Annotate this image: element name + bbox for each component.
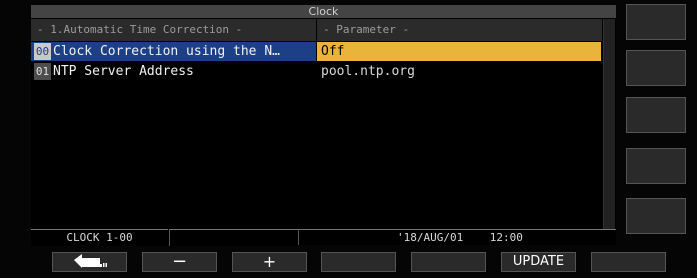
return-button[interactable] [52,252,127,272]
side-key-4[interactable] [626,148,686,184]
menu-row-00[interactable]: 00 Clock Correction using the N… Off [31,42,601,61]
function-key-5[interactable] [411,252,486,272]
column-header-item: - 1.Automatic Time Correction - [31,19,316,41]
column-header-parameter: - Parameter - [317,19,602,41]
plus-button[interactable]: + [232,252,307,272]
window-title: Clock [31,5,616,18]
update-button[interactable]: UPDATE [501,252,576,272]
clock-menu-screen: Clock - 1.Automatic Time Correction - - … [31,5,616,246]
status-empty [169,229,298,246]
row-value[interactable]: pool.ntp.org [317,62,601,81]
side-key-3[interactable] [626,97,686,133]
status-page: CLOCK 1-00 [31,229,168,246]
row-number: 00 [34,43,51,60]
side-key-5[interactable] [626,198,686,234]
function-key-4[interactable] [321,252,396,272]
scrollbar[interactable] [603,19,615,229]
menu-row-01[interactable]: 01 NTP Server Address pool.ntp.org [31,62,601,81]
minus-button[interactable]: − [142,252,217,272]
row-name: NTP Server Address [53,64,194,79]
row-number: 01 [34,63,51,80]
return-arrow-icon [70,254,110,274]
row-value[interactable]: Off [317,42,601,61]
side-key-2[interactable] [626,50,686,86]
status-datetime: '18/AUG/01 12:00 [298,229,616,245]
side-key-1[interactable] [626,4,686,40]
row-name: Clock Correction using the N… [53,44,280,59]
function-key-7[interactable] [591,252,666,272]
